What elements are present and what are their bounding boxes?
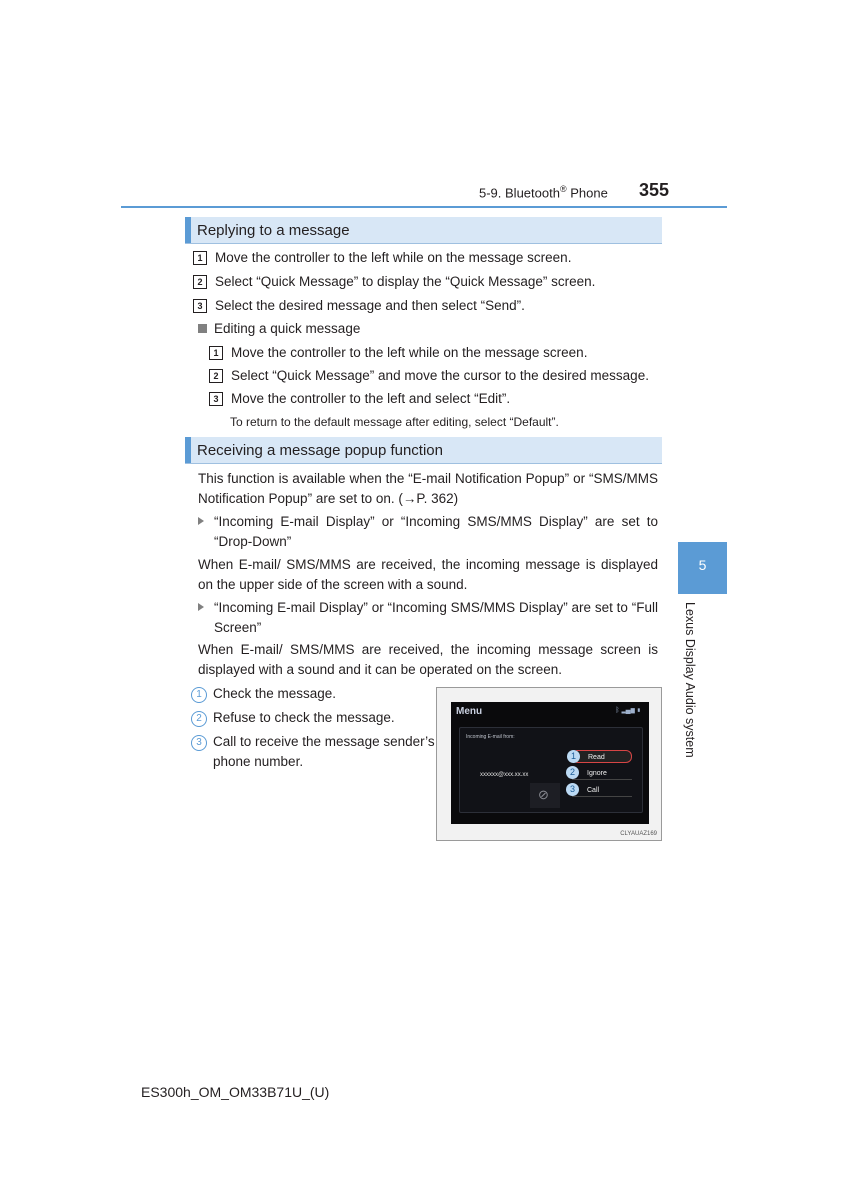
callout-number: 1 xyxy=(567,750,580,763)
section-suffix: Phone xyxy=(566,185,608,201)
chapter-tab: 5 xyxy=(678,542,727,594)
callout-number: 1 xyxy=(191,687,207,703)
step-text: Move the controller to the left while on… xyxy=(231,345,588,360)
step-number: 2 xyxy=(193,275,207,289)
footer-code: ES300h_OM_OM33B71U_(U) xyxy=(141,1084,330,1100)
section-name: 5-9. Bluetooth xyxy=(479,185,560,201)
step-text: Select “Quick Message” to display the “Q… xyxy=(215,274,596,289)
step-number: 1 xyxy=(193,251,207,265)
header-rule xyxy=(121,206,727,208)
read-button[interactable]: 1 Read xyxy=(567,750,632,763)
callout-number: 2 xyxy=(566,766,579,779)
step-number: 3 xyxy=(193,299,207,313)
page-number: 355 xyxy=(639,180,670,200)
option-label: Call xyxy=(587,787,600,794)
callout-text: Check the message. xyxy=(213,686,337,701)
call-button[interactable]: 3 Call xyxy=(566,783,632,797)
step-text: Move the controller to the left and sele… xyxy=(231,391,511,406)
bullet-text: “Incoming E-mail Display” or “Incoming S… xyxy=(214,600,658,635)
callout-number: 3 xyxy=(566,783,579,796)
ignore-button[interactable]: 2 Ignore xyxy=(566,766,632,780)
note-text: To return to the default message after e… xyxy=(230,415,559,429)
no-image-placeholder: ⊘ xyxy=(530,783,560,808)
step-number: 2 xyxy=(209,369,223,383)
square-bullet-icon xyxy=(198,324,207,333)
status-icons: ᛒ ▂▄▆ ▮ xyxy=(615,707,641,714)
section-header: 5-9. Bluetooth® Phone xyxy=(479,184,608,200)
section-heading-receiving: Receiving a message popup function xyxy=(185,437,662,464)
subheading-editing: Editing a quick message xyxy=(198,320,360,338)
screenshot-figure: Menu ᛒ ▂▄▆ ▮ Incoming E-mail from: xxxxx… xyxy=(436,687,662,841)
callout-number: 2 xyxy=(191,711,207,727)
incoming-label: Incoming E-mail from: xyxy=(466,734,515,740)
sub-step-2: 2 Select “Quick Message” and move the cur… xyxy=(209,367,649,385)
battery-icon: ▮ xyxy=(636,707,641,714)
registered-mark: ® xyxy=(559,184,567,194)
step-number: 3 xyxy=(209,392,223,406)
figure-caption: CLYAUAZ169 xyxy=(620,831,657,837)
bullet-text: “Incoming E-mail Display” or “Incoming S… xyxy=(214,514,658,549)
step-3: 3 Select the desired message and then sel… xyxy=(193,297,525,315)
callout-text: Refuse to check the message. xyxy=(213,710,395,725)
prohibited-icon: ⊘ xyxy=(538,787,549,802)
step-1: 1 Move the controller to the left while o… xyxy=(193,249,571,267)
bullet-full-screen: “Incoming E-mail Display” or “Incoming S… xyxy=(198,598,658,637)
drop-down-paragraph: When E-mail/ SMS/MMS are received, the i… xyxy=(198,557,658,592)
option-label: Ignore xyxy=(587,770,607,777)
signal-icon: ▂▄▆ xyxy=(621,707,635,714)
sub-step-3: 3 Move the controller to the left and sel… xyxy=(209,390,510,408)
intro-paragraph: This function is available when the “E-m… xyxy=(198,471,658,506)
callout-text: Call to receive the message sender’s pho… xyxy=(213,734,435,769)
callout-3: 3 Call to receive the message sender’s ph… xyxy=(191,732,453,771)
step-text: Select “Quick Message” and move the curs… xyxy=(231,368,649,383)
menu-title: Menu xyxy=(456,706,483,717)
section-title: Replying to a message xyxy=(197,222,350,239)
incoming-message-panel: Incoming E-mail from: xxxxxx@xxx.xx.xx ⊘… xyxy=(459,727,643,813)
option-label: Read xyxy=(588,754,605,761)
step-number: 1 xyxy=(209,346,223,360)
step-2: 2 Select “Quick Message” to display the “… xyxy=(193,273,595,291)
subheading-text: Editing a quick message xyxy=(214,321,361,336)
sender-address: xxxxxx@xxx.xx.xx xyxy=(480,772,529,778)
chapter-number: 5 xyxy=(698,557,707,573)
chapter-label: Lexus Display Audio system xyxy=(683,602,697,758)
bullet-drop-down: “Incoming E-mail Display” or “Incoming S… xyxy=(198,512,658,551)
step-text: Move the controller to the left while on… xyxy=(215,250,572,265)
bluetooth-icon: ᛒ xyxy=(615,707,620,714)
section-title: Receiving a message popup function xyxy=(197,442,443,459)
section-heading-replying: Replying to a message xyxy=(185,217,662,244)
full-screen-paragraph: When E-mail/ SMS/MMS are received, the i… xyxy=(198,642,658,677)
triangle-bullet-icon xyxy=(198,517,204,525)
callout-2: 2 Refuse to check the message. xyxy=(191,708,431,728)
callout-number: 3 xyxy=(191,735,207,751)
sub-step-1: 1 Move the controller to the left while o… xyxy=(209,344,587,362)
triangle-bullet-icon xyxy=(198,603,204,611)
callout-1: 1 Check the message. xyxy=(191,684,431,704)
display-screen: Menu ᛒ ▂▄▆ ▮ Incoming E-mail from: xxxxx… xyxy=(451,702,649,824)
step-text: Select the desired message and then sele… xyxy=(215,298,525,313)
